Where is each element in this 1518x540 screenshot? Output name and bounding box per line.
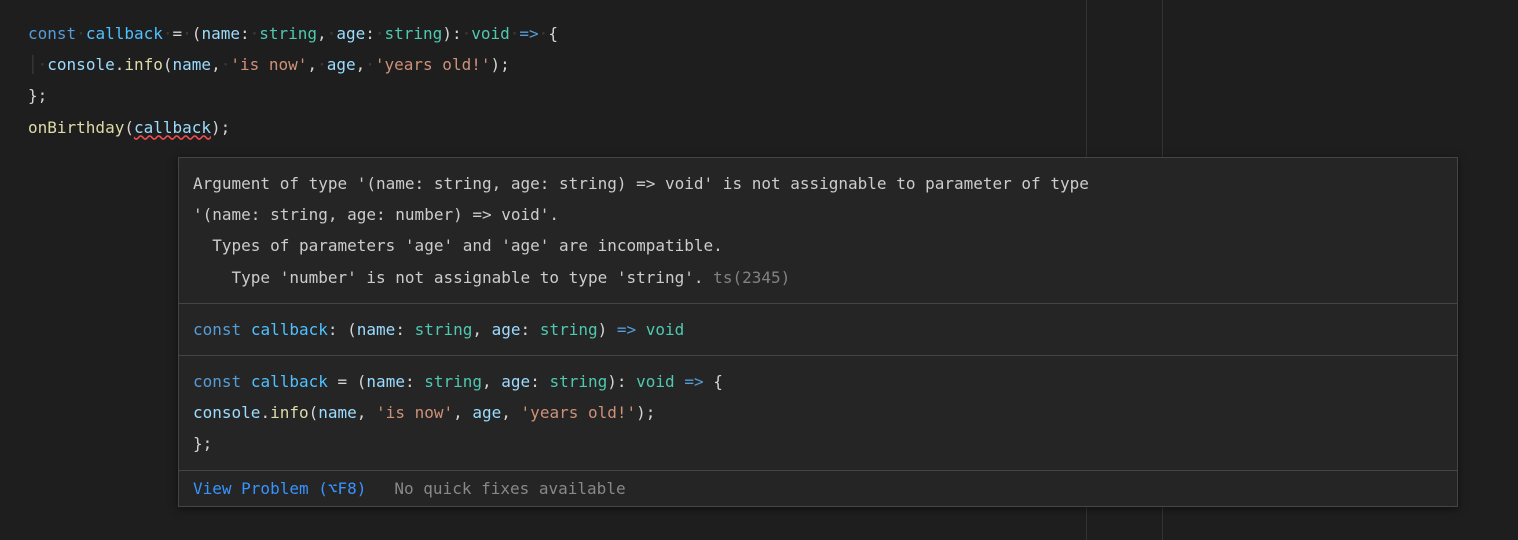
hover-footer: View Problem (⌥F8) No quick fixes availa… xyxy=(179,471,1457,506)
code-line-2: │·console.info(name,·'is now',·age,·'yea… xyxy=(28,49,1518,80)
no-quick-fixes-label: No quick fixes available xyxy=(394,479,625,498)
hover-signature: const callback: (name: string, age: stri… xyxy=(179,304,1457,356)
code-line-1: const·callback·=·(name:·string,·age:·str… xyxy=(28,18,1518,49)
hover-error-message: Argument of type '(name: string, age: st… xyxy=(179,158,1457,304)
code-line-3: }; xyxy=(28,80,1518,111)
code-line-4: onBirthday(callback); xyxy=(28,112,1518,143)
hover-tooltip: Argument of type '(name: string, age: st… xyxy=(178,157,1458,507)
view-problem-link[interactable]: View Problem (⌥F8) xyxy=(193,479,366,498)
hover-definition: const callback = (name: string, age: str… xyxy=(179,356,1457,471)
error-squiggle: callback xyxy=(134,118,211,137)
code-editor[interactable]: const·callback·=·(name:·string,·age:·str… xyxy=(0,0,1518,143)
